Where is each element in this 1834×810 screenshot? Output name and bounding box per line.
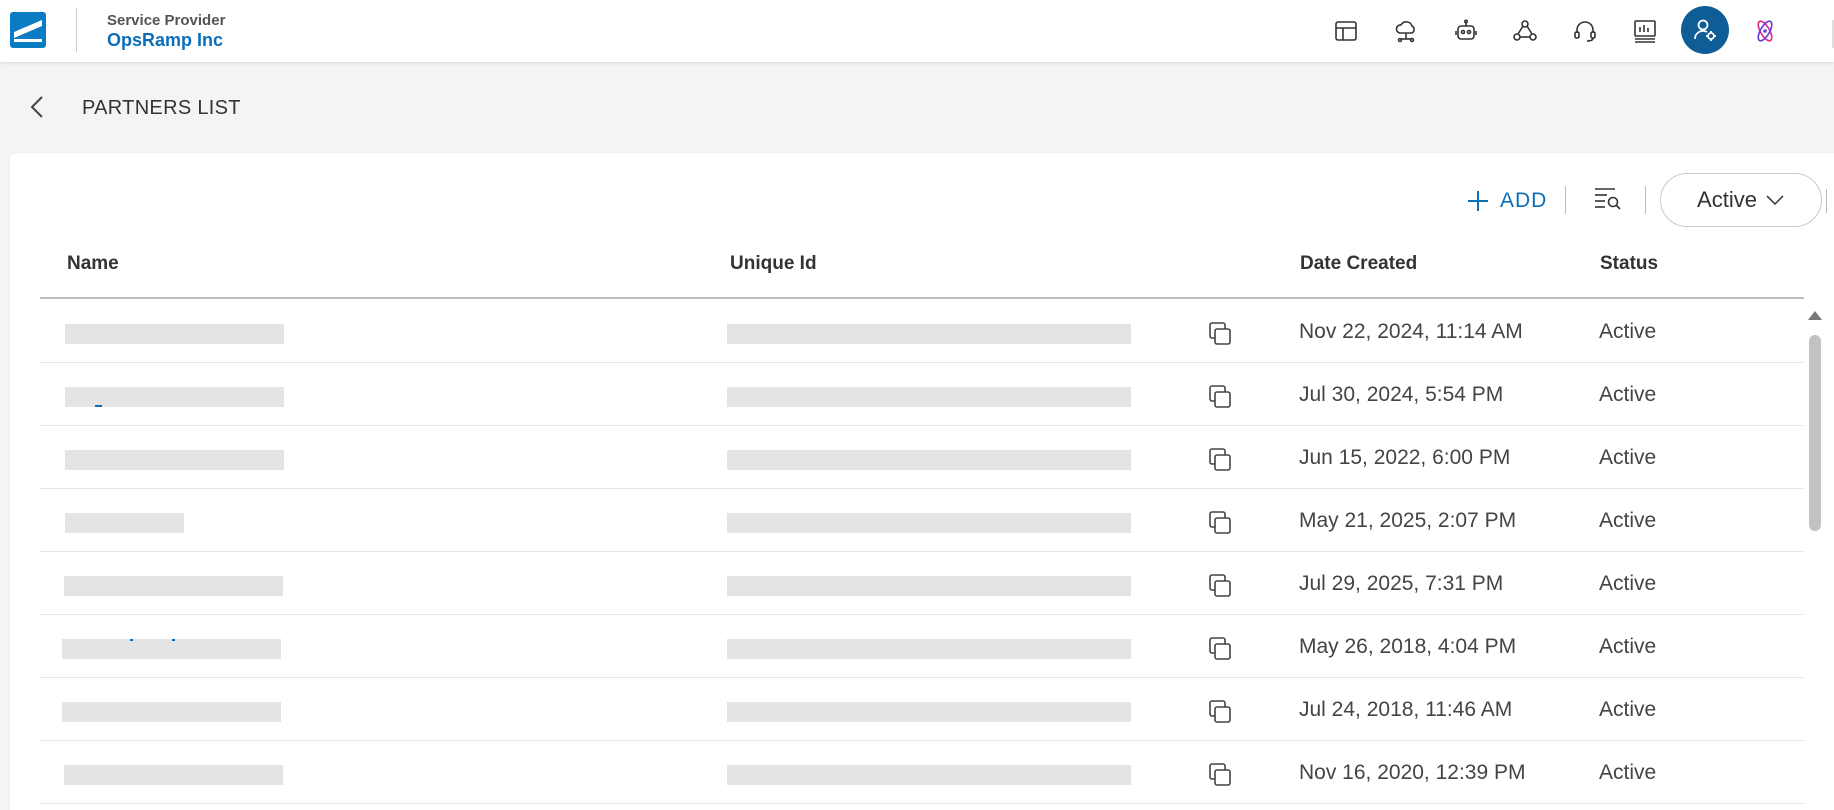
unique-id-redacted <box>727 450 1131 470</box>
date-created: May 26, 2018, 4:04 PM <box>1299 635 1517 658</box>
org-name[interactable]: OpsRamp Inc <box>107 30 223 51</box>
name-link-fragment <box>95 405 102 407</box>
copy-icon[interactable] <box>1206 635 1234 663</box>
unique-id-redacted <box>727 576 1131 596</box>
scroll-up-arrow[interactable] <box>1808 311 1822 320</box>
add-partner-button[interactable]: ADD <box>1466 186 1547 216</box>
status-text: Active <box>1599 698 1657 721</box>
table-row[interactable]: Nov 22, 2024, 11:14 AM Active <box>40 300 1804 363</box>
copy-icon[interactable] <box>1206 383 1234 411</box>
top-navigation-bar: Service Provider OpsRamp Inc <box>0 0 1834 62</box>
partner-name-redacted[interactable] <box>62 702 281 722</box>
unique-id-redacted <box>727 324 1131 344</box>
chevron-down-icon <box>1766 195 1784 206</box>
toolbar-divider <box>1826 189 1827 213</box>
partner-name-redacted[interactable] <box>65 387 284 407</box>
table-row[interactable]: May 21, 2025, 2:07 PM Active <box>40 489 1804 552</box>
date-created: Jul 29, 2025, 7:31 PM <box>1299 572 1504 595</box>
table-row[interactable]: Jul 24, 2018, 11:46 AM Active <box>40 678 1804 741</box>
copy-icon[interactable] <box>1206 446 1234 474</box>
partner-name-redacted[interactable] <box>65 450 284 470</box>
status-text: Active <box>1599 383 1657 406</box>
name-link-fragment <box>172 639 175 641</box>
status-text: Active <box>1599 320 1657 343</box>
toolbar-divider <box>1645 186 1646 214</box>
vertical-scrollbar-thumb[interactable] <box>1809 335 1821 531</box>
status-filter-value: Active <box>1697 187 1757 212</box>
copy-icon[interactable] <box>1206 761 1234 789</box>
table-row[interactable]: Jul 29, 2025, 7:31 PM Active <box>40 552 1804 615</box>
copy-icon[interactable] <box>1206 698 1234 726</box>
column-header-status[interactable]: Status <box>1600 253 1658 275</box>
partner-name-redacted[interactable] <box>64 576 283 596</box>
partner-name-redacted[interactable] <box>65 324 284 344</box>
toolbar-divider <box>1565 186 1566 214</box>
status-text: Active <box>1599 446 1657 469</box>
search-filter-icon[interactable] <box>1593 186 1621 212</box>
date-created: Jul 30, 2024, 5:54 PM <box>1299 383 1504 406</box>
unique-id-redacted <box>727 387 1131 407</box>
date-created: Jun 15, 2022, 6:00 PM <box>1299 446 1511 469</box>
atom-icon[interactable] <box>1750 16 1780 46</box>
unique-id-redacted <box>727 702 1131 722</box>
reports-icon[interactable] <box>1630 16 1660 46</box>
status-text: Active <box>1599 761 1657 784</box>
table-row[interactable]: Nov 16, 2020, 12:39 PM Active <box>40 741 1804 804</box>
table-row[interactable]: May 26, 2018, 4:04 PM Active <box>40 615 1804 678</box>
status-text: Active <box>1599 572 1657 595</box>
table-header-divider <box>40 297 1804 299</box>
org-type-label: Service Provider <box>107 12 226 29</box>
partner-name-redacted[interactable] <box>64 765 283 785</box>
copy-icon[interactable] <box>1206 509 1234 537</box>
dashboard-icon[interactable] <box>1331 16 1361 46</box>
topology-icon[interactable] <box>1510 16 1540 46</box>
unique-id-redacted <box>727 765 1131 785</box>
copy-icon[interactable] <box>1206 572 1234 600</box>
column-header-unique-id[interactable]: Unique Id <box>730 253 817 275</box>
header-divider <box>76 8 77 52</box>
app-logo[interactable] <box>10 12 46 48</box>
name-link-fragment <box>130 639 133 641</box>
table-row[interactable]: Jun 15, 2022, 6:00 PM Active <box>40 426 1804 489</box>
date-created: Nov 16, 2020, 12:39 PM <box>1299 761 1526 784</box>
status-text: Active <box>1599 635 1657 658</box>
unique-id-redacted <box>727 639 1131 659</box>
column-header-date-created[interactable]: Date Created <box>1300 253 1417 275</box>
date-created: Jul 24, 2018, 11:46 AM <box>1299 698 1513 721</box>
add-button-label: ADD <box>1500 189 1548 212</box>
status-text: Active <box>1599 509 1657 532</box>
headset-icon[interactable] <box>1570 16 1600 46</box>
copy-icon[interactable] <box>1206 320 1234 348</box>
unique-id-redacted <box>727 513 1131 533</box>
plus-icon <box>1468 191 1488 211</box>
partner-name-redacted[interactable] <box>62 639 281 659</box>
robot-icon[interactable] <box>1451 16 1481 46</box>
date-created: May 21, 2025, 2:07 PM <box>1299 509 1517 532</box>
cloud-network-icon[interactable] <box>1391 16 1421 46</box>
user-settings-icon[interactable] <box>1681 6 1729 54</box>
status-filter-dropdown[interactable]: Active <box>1660 173 1822 227</box>
date-created: Nov 22, 2024, 11:14 AM <box>1299 320 1523 343</box>
column-header-name[interactable]: Name <box>67 253 119 275</box>
table-row[interactable]: Jul 30, 2024, 5:54 PM Active <box>40 363 1804 426</box>
page-title: PARTNERS LIST <box>82 97 241 119</box>
partner-name-redacted[interactable] <box>65 513 184 533</box>
back-arrow-icon[interactable] <box>28 94 48 120</box>
